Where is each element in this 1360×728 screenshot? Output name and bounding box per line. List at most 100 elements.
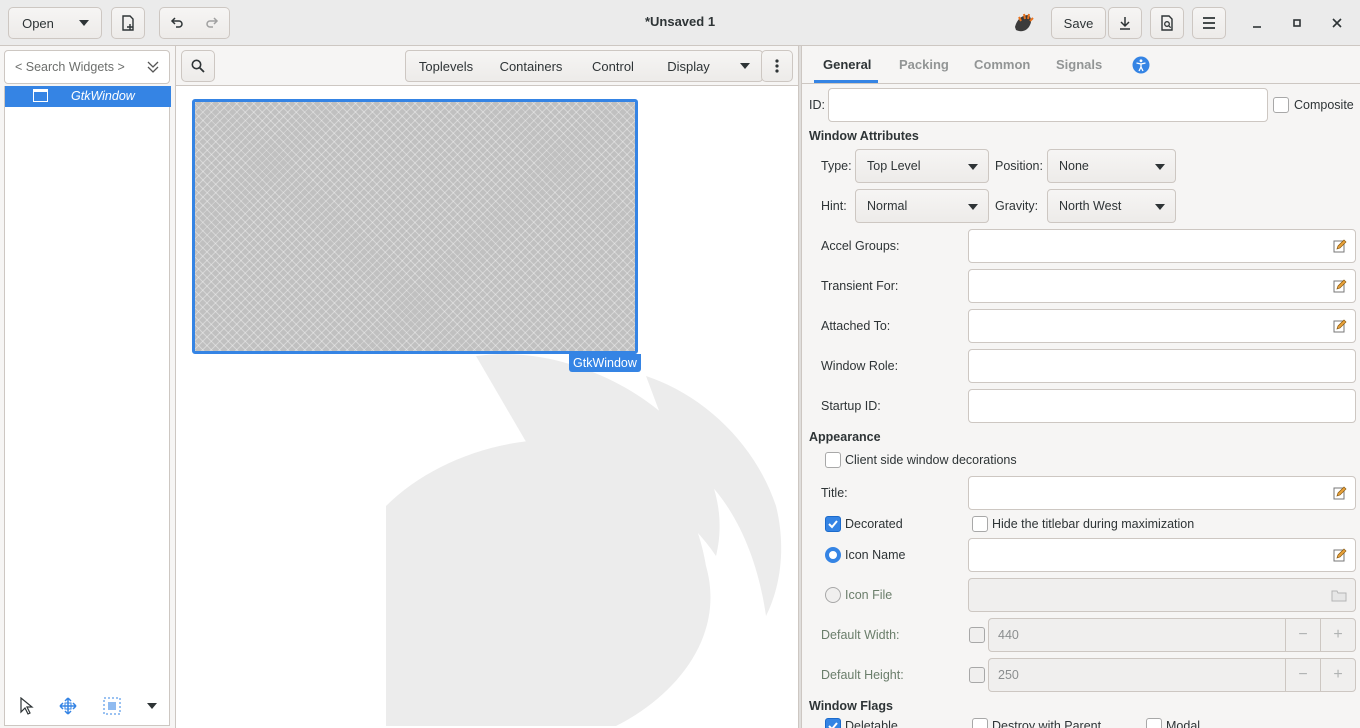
save-button[interactable]: Save (1051, 7, 1106, 39)
tools-dropdown[interactable] (140, 694, 164, 718)
type-combo[interactable]: Top Level (855, 149, 989, 183)
more-categories-button[interactable] (727, 50, 763, 82)
window-flags-heading: Window Flags (809, 699, 893, 713)
margin-edit-tool[interactable] (100, 694, 124, 718)
open-button[interactable]: Open (8, 7, 68, 39)
widget-palette: < Search Widgets > GtkWindow (0, 46, 176, 728)
attached-to-field[interactable] (968, 309, 1356, 343)
inspector-tabs: General Packing Common Signals (802, 46, 1360, 84)
default-height-spinbutton[interactable]: 250 − + (988, 658, 1356, 692)
icon-name-radio[interactable] (825, 547, 841, 563)
category-label: Control (592, 58, 634, 74)
gravity-combo[interactable]: North West (1047, 189, 1176, 223)
new-document-icon (122, 15, 134, 31)
default-height-value: 250 (998, 668, 1019, 682)
chevron-down-icon (147, 703, 157, 709)
gtkwindow-canvas[interactable] (192, 99, 638, 354)
window-role-field[interactable] (968, 349, 1356, 383)
gravity-label: Gravity: (995, 199, 1039, 213)
destroy-with-parent-checkbox[interactable] (972, 718, 988, 728)
select-tool[interactable] (14, 694, 38, 718)
modal-label: Modal (1166, 719, 1201, 728)
default-width-spinbutton[interactable]: 440 − + (988, 618, 1356, 652)
accessibility-icon[interactable] (1132, 56, 1150, 74)
icon-file-radio[interactable] (825, 587, 841, 603)
canvas-widget-label: GtkWindow (569, 354, 641, 372)
category-containers[interactable]: Containers (486, 50, 577, 82)
default-height-checkbox[interactable] (969, 667, 985, 683)
edit-icon[interactable] (1333, 319, 1347, 333)
default-width-label: Default Width: (821, 628, 900, 642)
category-display[interactable]: Display (650, 50, 728, 82)
tab-common[interactable]: Common (974, 57, 1030, 72)
search-button[interactable] (181, 50, 215, 82)
title-field[interactable] (968, 476, 1356, 510)
tree-item-label: GtkWindow (71, 89, 135, 103)
type-value: Top Level (867, 159, 921, 173)
save-label: Save (1063, 15, 1094, 31)
startup-id-field[interactable] (968, 389, 1356, 423)
deletable-label: Deletable (845, 719, 898, 728)
overflow-menu-button[interactable] (761, 50, 793, 82)
hamburger-icon (1203, 17, 1215, 29)
save-as-button[interactable] (1108, 7, 1142, 39)
tab-packing[interactable]: Packing (899, 57, 949, 72)
edit-icon[interactable] (1333, 239, 1347, 253)
modal-checkbox[interactable] (1146, 718, 1162, 728)
main-menu-button[interactable] (1192, 7, 1226, 39)
decrement-icon[interactable]: − (1285, 659, 1320, 691)
category-toplevels[interactable]: Toplevels (405, 50, 487, 82)
accel-groups-field[interactable] (968, 229, 1356, 263)
edit-icon[interactable] (1333, 548, 1347, 562)
hint-combo[interactable]: Normal (855, 189, 989, 223)
new-project-button[interactable] (111, 7, 145, 39)
search-icon (191, 59, 205, 73)
redo-button[interactable] (194, 7, 230, 39)
close-button[interactable] (1325, 11, 1349, 35)
transient-for-field[interactable] (968, 269, 1356, 303)
hide-titlebar-checkbox[interactable] (972, 516, 988, 532)
edit-icon[interactable] (1333, 486, 1347, 500)
window-attributes-heading: Window Attributes (809, 129, 919, 143)
id-label: ID: (809, 98, 825, 112)
icon-file-field[interactable] (968, 578, 1356, 612)
maximize-button[interactable] (1285, 11, 1309, 35)
default-width-checkbox[interactable] (969, 627, 985, 643)
recent-dropdown-button[interactable] (67, 7, 102, 39)
id-field[interactable] (828, 88, 1268, 122)
position-combo[interactable]: None (1047, 149, 1176, 183)
increment-icon[interactable]: + (1320, 619, 1355, 651)
decorated-checkbox[interactable] (825, 516, 841, 532)
margin-icon (103, 697, 121, 715)
header-bar: Open *Unsaved 1 Save (0, 0, 1360, 46)
preview-button[interactable] (1150, 7, 1184, 39)
chevron-down-icon (968, 204, 978, 210)
tool-bar (0, 682, 176, 728)
drag-resize-tool[interactable] (56, 694, 80, 718)
undo-button[interactable] (159, 7, 195, 39)
composite-checkbox[interactable] (1273, 97, 1289, 113)
gravity-value: North West (1059, 199, 1122, 213)
attached-to-label: Attached To: (821, 319, 891, 333)
hide-titlebar-label: Hide the titlebar during maximization (992, 517, 1195, 531)
edit-icon[interactable] (1333, 279, 1347, 293)
download-icon (1120, 17, 1130, 30)
csd-checkbox[interactable] (825, 452, 841, 468)
type-label: Type: (821, 159, 852, 173)
widget-search-input[interactable]: < Search Widgets > (4, 50, 170, 84)
deletable-checkbox[interactable] (825, 718, 841, 728)
filter-icon[interactable] (145, 59, 161, 75)
category-control[interactable]: Control (576, 50, 651, 82)
move-icon (59, 697, 77, 715)
increment-icon[interactable]: + (1320, 659, 1355, 691)
tab-general[interactable]: General (823, 57, 871, 72)
decrement-icon[interactable]: − (1285, 619, 1320, 651)
hint-value: Normal (867, 199, 908, 213)
minimize-button[interactable] (1245, 11, 1269, 35)
design-workspace: Toplevels Containers Control Display Gtk… (176, 46, 798, 728)
tab-signals[interactable]: Signals (1056, 57, 1102, 72)
tree-item-gtkwindow[interactable]: GtkWindow (5, 86, 171, 107)
icon-name-label: Icon Name (845, 548, 906, 562)
checkmark-icon (828, 520, 838, 529)
icon-name-field[interactable] (968, 538, 1356, 572)
